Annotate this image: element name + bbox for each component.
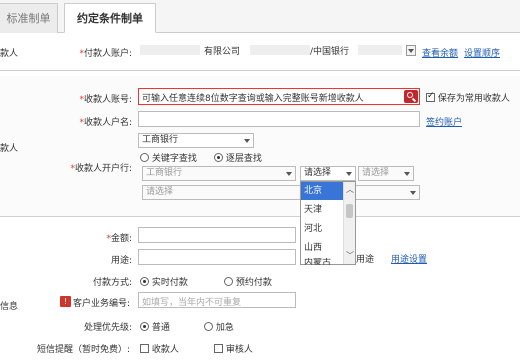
payer-account-select[interactable]: 有限公司 /中国银行 — [138, 42, 418, 59]
purpose-common-label: 用途 — [356, 255, 375, 265]
payer-account-company: 有限公司 — [204, 47, 241, 57]
tab-conditional[interactable]: 约定条件制单 — [64, 3, 156, 33]
customer-no-label-text: 客户业务编号: — [72, 299, 130, 309]
radio-level-search[interactable]: 逐层查找 — [214, 151, 262, 164]
section-divider — [0, 70, 520, 71]
alert-icon: ! — [60, 296, 71, 307]
payee-bank-label-text: 收款人开户行: — [74, 164, 132, 174]
priority-label: 处理优先级: — [83, 323, 132, 333]
masked-text — [140, 45, 200, 55]
radio-button[interactable] — [140, 153, 149, 162]
province-option[interactable]: 河北 — [301, 220, 343, 238]
scroll-up-icon[interactable]: ︿ — [346, 184, 354, 195]
chevron-down-icon — [410, 191, 416, 195]
payee-account-label-text: 收款人账号: — [83, 95, 132, 105]
pay-mode-label: 付款方式: — [92, 278, 132, 288]
sms-reviewer-checkbox[interactable] — [214, 344, 223, 353]
section-payee-label: 款人 — [0, 144, 19, 154]
search-icon[interactable] — [404, 90, 418, 103]
level-branch-select[interactable]: 请选择 — [142, 185, 420, 200]
priority-urgent-label: 加急 — [215, 323, 234, 333]
section-payer-label: 款人 — [0, 49, 19, 59]
level-city-select[interactable]: 请选择 — [358, 166, 414, 181]
purpose-label: 用途: — [110, 256, 132, 266]
payee-account-input-text: 可输入任意连续8位数字查询或输入完整账号新增收款人 — [142, 94, 364, 104]
payer-account-label: *付款人账户: — [42, 46, 132, 59]
sms-payee-label: 收款人 — [151, 345, 179, 355]
sms-label: 短信提醒（暂时免费）: — [36, 345, 130, 355]
payee-name-label-text: 收款人户名: — [83, 118, 132, 128]
level-branch-text: 请选择 — [146, 187, 174, 197]
radio-button[interactable] — [224, 277, 233, 286]
chevron-down-icon — [404, 172, 410, 176]
customer-no-label: ! 客户业务编号: — [60, 296, 130, 309]
province-option[interactable]: 内蒙古 — [301, 258, 343, 265]
province-option[interactable]: 山西 — [301, 239, 343, 257]
dropdown-scrollbar[interactable]: ︿ ﹀ — [343, 182, 355, 264]
customer-no-input[interactable]: 如填写，当年内不可重复 — [138, 292, 296, 308]
radio-pay-scheduled[interactable]: 预约付款 — [224, 275, 272, 288]
radio-keyword-label: 关键字查找 — [151, 154, 197, 164]
province-dropdown[interactable]: 北京 天津 河北 山西 内蒙古 ︿ ﹀ — [300, 181, 356, 265]
level-province-text: 请选择 — [304, 168, 332, 178]
radio-button[interactable] — [140, 277, 149, 286]
masked-text — [250, 45, 310, 55]
save-common-payee[interactable]: 保存为常用收款人 — [426, 91, 510, 104]
radio-priority-normal[interactable]: 普通 — [140, 320, 170, 333]
set-order-link[interactable]: 设置顺序 — [464, 46, 500, 59]
chevron-down-icon — [244, 139, 250, 143]
sms-reviewer[interactable]: 审核人 — [214, 342, 253, 355]
customer-no-placeholder: 如填写，当年内不可重复 — [142, 298, 242, 308]
chevron-down-icon — [286, 172, 292, 176]
chevron-down-icon — [346, 172, 352, 176]
sign-account-link[interactable]: 签约账户 — [426, 115, 462, 128]
province-option[interactable]: 天津 — [301, 201, 343, 219]
tab-standard[interactable]: 标准制单 — [0, 3, 58, 33]
sms-reviewer-label: 审核人 — [225, 345, 253, 355]
purpose-setting-link[interactable]: 用途设置 — [391, 252, 427, 265]
payee-bank-label: *收款人开户行: — [42, 161, 132, 174]
section-divider — [0, 216, 520, 217]
payer-account-label-text: 付款人账户: — [83, 49, 132, 59]
section-info-label: 信息 — [0, 302, 19, 312]
province-option[interactable]: 北京 — [301, 182, 343, 200]
radio-button[interactable] — [214, 153, 223, 162]
level-province-select[interactable]: 请选择 — [300, 166, 356, 181]
view-balance-link[interactable]: 查看余额 — [422, 46, 458, 59]
chevron-down-icon[interactable] — [406, 45, 416, 56]
payee-bank-select[interactable]: 工商银行 — [138, 133, 254, 148]
amount-label-text: 金额: — [110, 234, 132, 244]
masked-text — [358, 45, 402, 55]
payee-name-label: *收款人户名: — [42, 115, 132, 128]
level-bank-text: 工商银行 — [146, 168, 183, 178]
pay-scheduled-label: 预约付款 — [235, 278, 272, 288]
radio-level-label: 逐层查找 — [225, 154, 262, 164]
radio-button[interactable] — [140, 322, 149, 331]
priority-normal-label: 普通 — [151, 323, 170, 333]
radio-pay-realtime[interactable]: 实时付款 — [140, 275, 188, 288]
radio-priority-urgent[interactable]: 加急 — [204, 320, 234, 333]
save-common-checkbox[interactable] — [426, 91, 435, 102]
payee-bank-select-text: 工商银行 — [142, 135, 179, 145]
payer-account-bank: /中国银行 — [310, 47, 350, 57]
scroll-down-icon[interactable]: ﹀ — [346, 250, 354, 261]
sms-payee-checkbox[interactable] — [140, 344, 149, 353]
radio-keyword-search[interactable]: 关键字查找 — [140, 151, 197, 164]
radio-button[interactable] — [204, 322, 213, 331]
level-city-text: 请选择 — [362, 168, 390, 178]
amount-input[interactable] — [138, 227, 296, 243]
purpose-input[interactable] — [138, 249, 296, 265]
payee-account-input[interactable]: 可输入任意连续8位数字查询或输入完整账号新增收款人 — [138, 88, 420, 105]
level-bank-select[interactable]: 工商银行 — [142, 166, 296, 181]
payee-name-input[interactable] — [138, 111, 420, 127]
amount-label: *金额: — [42, 231, 132, 244]
scrollbar-thumb[interactable] — [346, 204, 353, 218]
save-common-label: 保存为常用收款人 — [437, 94, 510, 104]
sms-payee[interactable]: 收款人 — [140, 342, 179, 355]
payee-account-label: *收款人账号: — [42, 92, 132, 105]
pay-realtime-label: 实时付款 — [151, 278, 188, 288]
